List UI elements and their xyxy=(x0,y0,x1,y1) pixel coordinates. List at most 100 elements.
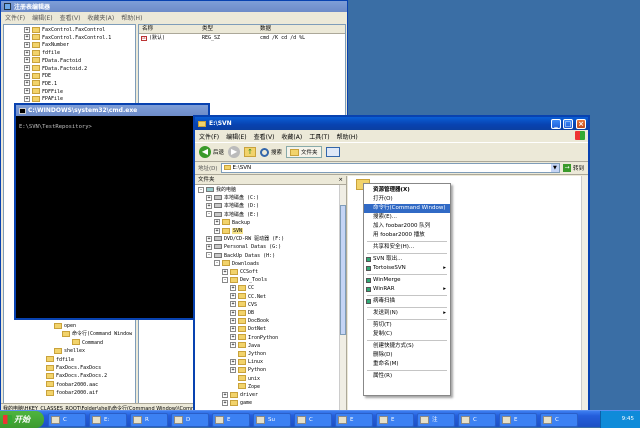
taskbar-button[interactable]: E: xyxy=(89,413,127,427)
context-menu-item[interactable]: 共享和安全(H)... xyxy=(364,243,450,252)
address-dropdown-button[interactable]: ▼ xyxy=(550,164,559,172)
taskbar-button[interactable]: D xyxy=(171,413,209,427)
registry-key-item[interactable]: 命令行(Command Window xyxy=(62,330,132,338)
folder-tree-item[interactable]: + Java xyxy=(230,342,260,350)
taskbar-button[interactable]: E xyxy=(212,413,250,427)
expand-icon[interactable]: + xyxy=(24,88,30,95)
folder-tree-item[interactable]: Jython xyxy=(230,350,266,358)
folder-tree-item[interactable]: + DB xyxy=(230,309,254,317)
folders-button[interactable]: 文件夹 xyxy=(286,146,322,158)
expand-collapse-icon[interactable]: + xyxy=(214,219,220,226)
registry-key-item[interactable]: foobar2000.aac xyxy=(46,381,98,389)
explorer-titlebar[interactable]: E:\SVN _ □ × xyxy=(195,117,588,130)
taskbar-button[interactable]: C xyxy=(458,413,496,427)
expand-collapse-icon[interactable]: + xyxy=(206,202,212,209)
expand-collapse-icon[interactable]: + xyxy=(222,391,228,398)
context-menu-item[interactable]: SVN 取出... xyxy=(364,255,450,264)
expand-collapse-icon[interactable]: + xyxy=(230,301,236,308)
explorer-menu-view[interactable]: 查看(V) xyxy=(254,132,275,141)
folder-tree-item[interactable]: + driver xyxy=(222,391,258,399)
regedit-menu-favorites[interactable]: 收藏夹(A) xyxy=(87,13,114,22)
folder-tree-item[interactable]: + DotNet xyxy=(230,325,266,333)
registry-key-item[interactable]: Command xyxy=(72,339,103,347)
expand-collapse-icon[interactable]: - xyxy=(222,276,228,283)
folders-pane-close-icon[interactable]: × xyxy=(338,176,343,185)
folder-tree-item[interactable]: + CC.Net xyxy=(230,293,266,301)
folder-tree-item[interactable]: + Linux xyxy=(230,358,263,366)
taskbar-button[interactable]: C xyxy=(294,413,332,427)
context-menu-item[interactable]: 资源管理器(X) xyxy=(364,186,450,195)
expand-collapse-icon[interactable]: + xyxy=(230,334,236,341)
taskbar-button[interactable]: Su xyxy=(253,413,291,427)
column-type[interactable]: 类型 xyxy=(202,25,213,34)
taskbar-button[interactable]: E xyxy=(335,413,373,427)
expand-collapse-icon[interactable]: + xyxy=(230,309,236,316)
taskbar-button[interactable]: C xyxy=(48,413,86,427)
expand-icon[interactable]: + xyxy=(24,41,30,48)
expand-collapse-icon[interactable]: + xyxy=(230,284,236,291)
taskbar-button[interactable]: 注 xyxy=(417,413,455,427)
context-menu-item[interactable]: WinRAR ▸ xyxy=(364,285,450,294)
context-menu-item[interactable]: 重命名(M) xyxy=(364,360,450,369)
expand-collapse-icon[interactable]: - xyxy=(206,252,212,259)
folder-tree-item[interactable]: + CC xyxy=(230,284,254,292)
explorer-menu-help[interactable]: 帮助(H) xyxy=(337,132,358,141)
regedit-menu-view[interactable]: 查看(V) xyxy=(60,13,81,22)
cmd-titlebar[interactable]: C:\WINDOWS\system32\cmd.exe xyxy=(16,105,208,116)
expand-collapse-icon[interactable]: + xyxy=(230,325,236,332)
search-button[interactable]: 搜索 xyxy=(260,147,282,157)
expand-icon[interactable]: + xyxy=(24,49,30,56)
folder-tree-item[interactable]: - 本地磁盘 (E:) xyxy=(206,211,259,219)
explorer-menu-tools[interactable]: 工具(T) xyxy=(309,132,329,141)
folders-scrollbar[interactable] xyxy=(339,185,346,410)
folder-tree-item[interactable]: + CVS xyxy=(230,301,257,309)
context-menu-item[interactable]: 发送到(N) ▸ xyxy=(364,309,450,318)
cmd-console[interactable]: E:\SVN\TestRepository> xyxy=(16,116,208,318)
context-menu-item[interactable]: 病毒扫描 xyxy=(364,297,450,306)
folder-tree-item[interactable]: + IronPython xyxy=(230,334,278,342)
taskbar-button[interactable]: E xyxy=(499,413,537,427)
expand-collapse-icon[interactable]: + xyxy=(206,235,212,242)
registry-key-item[interactable]: open xyxy=(54,322,76,330)
regedit-titlebar[interactable]: 注册表编辑器 xyxy=(1,1,347,12)
folder-tree-item[interactable]: + game xyxy=(222,399,252,407)
folder-tree-item[interactable]: + Personal Datas (G:) xyxy=(206,243,281,251)
context-menu-item[interactable]: 删除(D) xyxy=(364,351,450,360)
expand-collapse-icon[interactable]: - xyxy=(198,186,204,193)
expand-collapse-icon[interactable]: + xyxy=(206,194,212,201)
back-button[interactable]: ◀ 后退 xyxy=(199,146,224,158)
column-name[interactable]: 名称 xyxy=(142,25,153,34)
address-input[interactable]: E:\SVN ▼ xyxy=(220,163,560,173)
minimize-button[interactable]: _ xyxy=(551,119,561,129)
expand-collapse-icon[interactable]: + xyxy=(214,227,220,234)
explorer-menu-edit[interactable]: 编辑(E) xyxy=(226,132,246,141)
maximize-button[interactable]: □ xyxy=(563,119,573,129)
registry-key-item[interactable]: foobar2000.aif xyxy=(46,389,98,397)
context-menu-item[interactable]: 复制(C) xyxy=(364,330,450,339)
expand-collapse-icon[interactable]: - xyxy=(214,260,220,267)
expand-icon[interactable]: + xyxy=(24,26,30,33)
folder-tree-item[interactable]: + Python xyxy=(230,366,266,374)
explorer-menu-file[interactable]: 文件(F) xyxy=(199,132,219,141)
folder-tree-item[interactable]: + DVD/CD-RW 驱动器 (F:) xyxy=(206,235,284,243)
context-menu-item[interactable]: 加入 foobar2000 队列 xyxy=(364,222,450,231)
expand-icon[interactable]: + xyxy=(24,34,30,41)
content-scrollbar[interactable] xyxy=(581,176,588,410)
folder-tree-item[interactable]: - 我的电脑 xyxy=(198,186,236,194)
folder-tree-item[interactable]: - Downloads xyxy=(214,260,259,268)
expand-icon[interactable]: + xyxy=(24,72,30,79)
context-menu-item[interactable]: 搜索(E)... xyxy=(364,213,450,222)
folder-tree-item[interactable]: - Dev_Tools xyxy=(222,276,267,284)
context-menu-item[interactable]: 打开(O) xyxy=(364,195,450,204)
expand-collapse-icon[interactable]: + xyxy=(230,342,236,349)
regedit-menu-file[interactable]: 文件(F) xyxy=(5,13,25,22)
close-button[interactable]: × xyxy=(576,119,586,129)
regedit-menu-help[interactable]: 帮助(H) xyxy=(121,13,142,22)
registry-value-row[interactable]: ab (默认) REG_SZ cmd /K cd /d %L xyxy=(139,34,345,43)
context-menu-item[interactable]: 命令行(Command Window) xyxy=(364,204,450,213)
folders-scrollbar-thumb[interactable] xyxy=(340,205,346,335)
explorer-menu-favorites[interactable]: 收藏(A) xyxy=(281,132,302,141)
context-menu-item[interactable]: 用 foobar2000 播放 xyxy=(364,231,450,240)
regedit-menu-edit[interactable]: 编辑(E) xyxy=(32,13,52,22)
expand-icon[interactable]: + xyxy=(24,95,30,102)
